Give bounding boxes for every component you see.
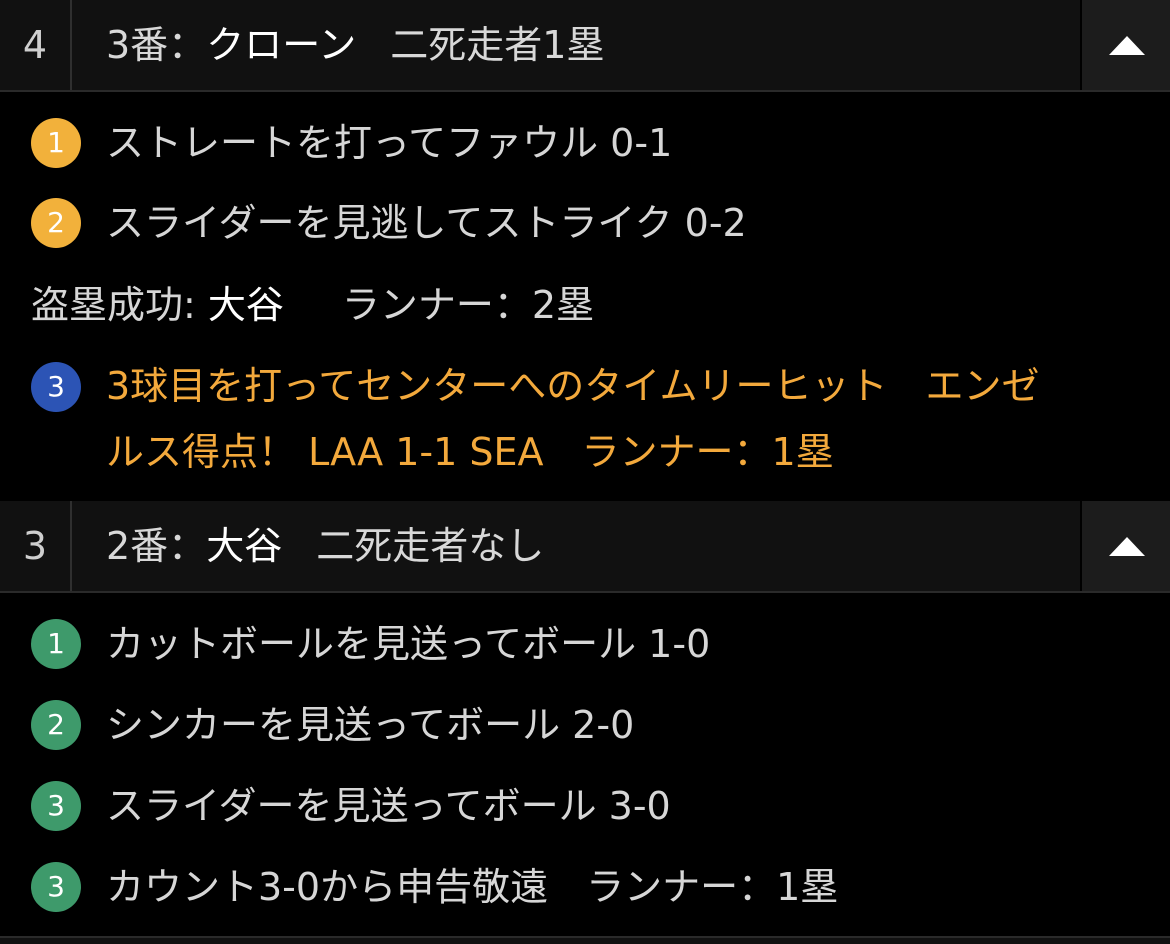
pitch-row: 2 スライダーを見逃してストライク 0-2: [0, 198, 1170, 248]
batter-name: クローン: [206, 23, 357, 67]
situation: 二死走者なし: [316, 524, 545, 568]
batter-order: 3番：: [106, 23, 207, 67]
next-inning-header-edge: [0, 936, 1170, 944]
inning-header[interactable]: 3 2番：大谷 二死走者なし: [0, 501, 1170, 593]
batter-order: 2番：: [106, 524, 207, 568]
pitch-text: カットボールを見送ってボール 1-0: [106, 622, 711, 666]
steal-note-text: 盗塁成功: 大谷 ランナー：2塁: [31, 280, 594, 330]
inning-header[interactable]: 4 3番：クローン 二死走者1塁: [0, 0, 1170, 92]
pitch-text: シンカーを見送ってボール 2-0: [106, 703, 635, 747]
pitch-text-line1: 3球目を打ってセンターへのタイムリーヒット エンゼ: [106, 364, 1040, 408]
at-bat-title: 2番：大谷 二死走者なし: [106, 501, 544, 591]
collapse-button[interactable]: [1080, 501, 1170, 591]
pitch-text: カウント3-0から申告敬遠 ランナー：1塁: [106, 865, 839, 909]
runner-status: ランナー：2塁: [341, 283, 595, 327]
steal-label: 盗塁成功:: [31, 283, 208, 327]
pitch-row: 1 ストレートを打ってファウル 0-1: [0, 118, 1170, 168]
steal-note: 盗塁成功: 大谷 ランナー：2塁: [0, 280, 1170, 330]
pitch-badge: 2: [31, 700, 81, 750]
pitch-row: 3 カウント3-0から申告敬遠 ランナー：1塁: [0, 862, 1170, 912]
collapse-button[interactable]: [1080, 0, 1170, 90]
pitch-badge: 1: [31, 619, 81, 669]
situation: 二死走者1塁: [390, 23, 605, 67]
pitch-badge: 3: [31, 862, 81, 912]
at-bat-title: 3番：クローン 二死走者1塁: [106, 0, 604, 90]
triangle-up-icon: [1109, 537, 1145, 556]
pitch-row: 2 シンカーを見送ってボール 2-0: [0, 700, 1170, 750]
pitch-text: スライダーを見逃してストライク 0-2: [106, 201, 747, 245]
pitch-text: スライダーを見送ってボール 3-0: [106, 784, 671, 828]
pitch-row: 3 スライダーを見送ってボール 3-0: [0, 781, 1170, 831]
pitch-badge: 2: [31, 198, 81, 248]
pitch-text-line2: ルス得点！ LAA 1-1 SEA ランナー：1塁: [106, 430, 834, 474]
pitch-row-highlight: 3 3球目を打ってセンターへのタイムリーヒット エンゼ ルス得点！ LAA 1-…: [0, 360, 1170, 480]
batter-name: 大谷: [206, 524, 283, 568]
pitch-badge: 3: [31, 781, 81, 831]
triangle-up-icon: [1109, 36, 1145, 55]
batter-number: 3: [0, 501, 72, 591]
pitch-row: 1 カットボールを見送ってボール 1-0: [0, 619, 1170, 669]
pitch-badge: 1: [31, 118, 81, 168]
pitch-text: ストレートを打ってファウル 0-1: [106, 121, 673, 165]
steal-player: 大谷: [207, 283, 284, 327]
pitch-badge: 3: [31, 362, 81, 412]
batter-number: 4: [0, 0, 72, 90]
